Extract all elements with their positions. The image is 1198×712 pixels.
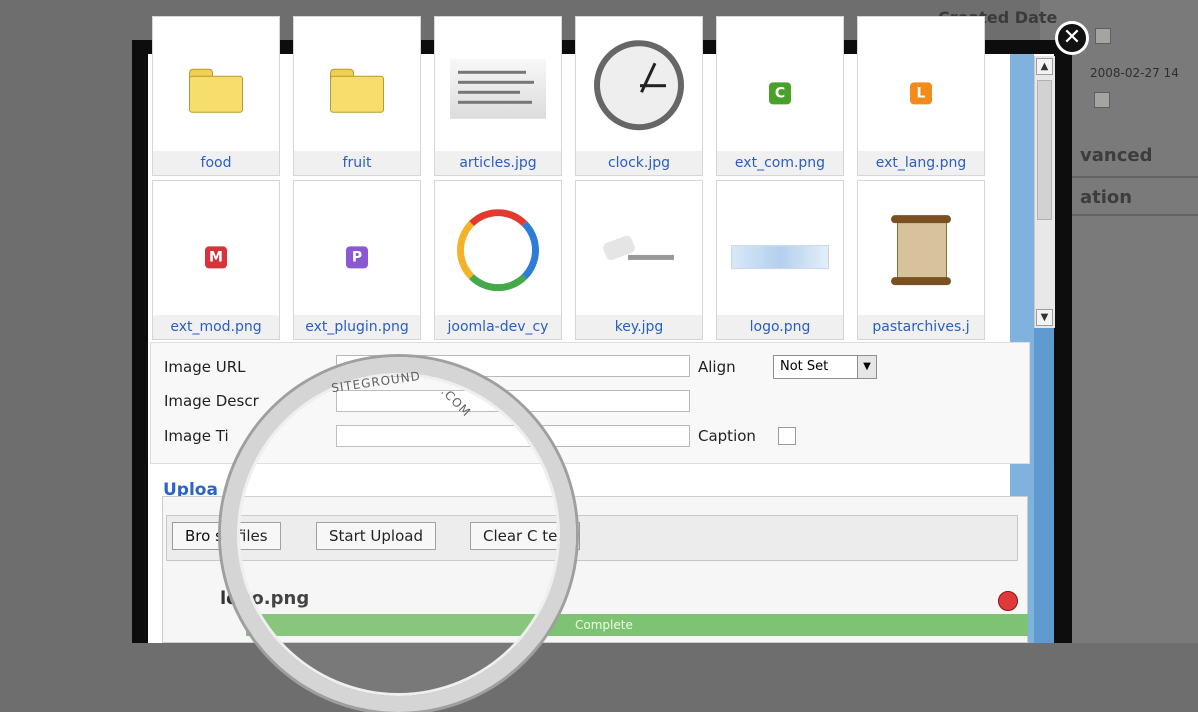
scroll-down-button[interactable]: ▼ [1036, 309, 1053, 326]
ext-plugin-icon: P [346, 246, 368, 269]
image-description-input[interactable] [336, 390, 690, 412]
joomla-cycle-icon [457, 209, 539, 292]
ext-mod-icon: M [205, 246, 227, 269]
image-url-label: Image URL [164, 358, 246, 376]
thumbnail-item[interactable]: P ext_plugin.png [293, 180, 421, 340]
divider [1050, 214, 1198, 216]
remove-file-icon[interactable] [998, 591, 1018, 611]
date-value: 2008-02-27 14 [1090, 66, 1179, 80]
thumbnail-label[interactable]: ext_lang.png [858, 151, 984, 175]
thumbnail-label[interactable]: articles.jpg [435, 151, 561, 175]
thumbnail-item[interactable]: M ext_mod.png [152, 180, 280, 340]
image-title-input[interactable] [336, 425, 690, 447]
folder-icon [330, 68, 384, 113]
thumbnail-scrollbar[interactable]: ▲ ▼ [1034, 56, 1055, 328]
thumbnail-item[interactable]: fruit [293, 16, 421, 176]
dropdown-arrow-icon[interactable]: ▼ [857, 356, 876, 378]
thumbnail-label[interactable]: key.jpg [576, 315, 702, 339]
clear-completed-button[interactable]: Clear C ted [470, 522, 580, 550]
logo-image-icon [731, 245, 829, 270]
thumbnail-item[interactable]: C ext_com.png [716, 16, 844, 176]
thumbnail-label[interactable]: food [153, 151, 279, 175]
thumbnail-label[interactable]: clock.jpg [576, 151, 702, 175]
image-description-label: Image Descr [164, 392, 259, 410]
thumbnail-item[interactable]: logo.png [716, 180, 844, 340]
thumbnail-label[interactable]: fruit [294, 151, 420, 175]
thumbnail-label[interactable]: ext_plugin.png [294, 315, 420, 339]
caption-checkbox[interactable] [778, 427, 796, 445]
image-title-label: Image Ti [164, 427, 229, 445]
start-upload-button[interactable]: Start Upload [316, 522, 436, 550]
close-button[interactable]: ✕ [1055, 21, 1089, 55]
thumbnail-label[interactable]: joomla-dev_cy [435, 315, 561, 339]
upload-progress-label: Complete [575, 618, 633, 632]
article-image-icon [450, 58, 546, 119]
browse-files-button[interactable]: Bro se files [172, 522, 281, 550]
ext-com-icon: C [769, 82, 791, 105]
clock-image-icon [594, 40, 684, 131]
calendar-icon[interactable] [1094, 92, 1110, 108]
folder-icon [189, 68, 243, 113]
scrollbar-thumb[interactable] [1037, 80, 1052, 220]
calendar-icon[interactable] [1095, 28, 1111, 44]
align-label: Align [698, 358, 736, 376]
thumbnail-label[interactable]: ext_com.png [717, 151, 843, 175]
thumbnail-item[interactable]: clock.jpg [575, 16, 703, 176]
thumbnail-label[interactable]: logo.png [717, 315, 843, 339]
upload-toolbar [166, 515, 1018, 561]
thumbnail-item[interactable]: L ext_lang.png [857, 16, 985, 176]
uploaded-file-name: logo.png [220, 588, 310, 609]
align-select[interactable]: Not Set ▼ [773, 355, 877, 379]
thumbnail-item[interactable]: joomla-dev_cy [434, 180, 562, 340]
thumbnail-label[interactable]: pastarchives.j [858, 315, 984, 339]
scroll-up-button[interactable]: ▲ [1036, 58, 1053, 75]
information-section-label[interactable]: ation [1080, 187, 1132, 208]
thumbnail-item[interactable]: pastarchives.j [857, 180, 985, 340]
thumbnail-item[interactable]: articles.jpg [434, 16, 562, 176]
dialog-edge [1034, 328, 1054, 643]
thumbnail-item[interactable]: food [152, 16, 280, 176]
align-value: Not Set [780, 359, 829, 374]
divider [1050, 176, 1198, 178]
advanced-section-label[interactable]: vanced [1080, 145, 1152, 166]
scroll-image-icon [885, 209, 957, 291]
caption-label: Caption [698, 427, 756, 445]
ext-lang-icon: L [910, 82, 932, 105]
key-image-icon [601, 234, 674, 273]
thumbnail-label[interactable]: ext_mod.png [153, 315, 279, 339]
thumbnail-item[interactable]: key.jpg [575, 180, 703, 340]
upload-progress-bar [246, 614, 1028, 636]
